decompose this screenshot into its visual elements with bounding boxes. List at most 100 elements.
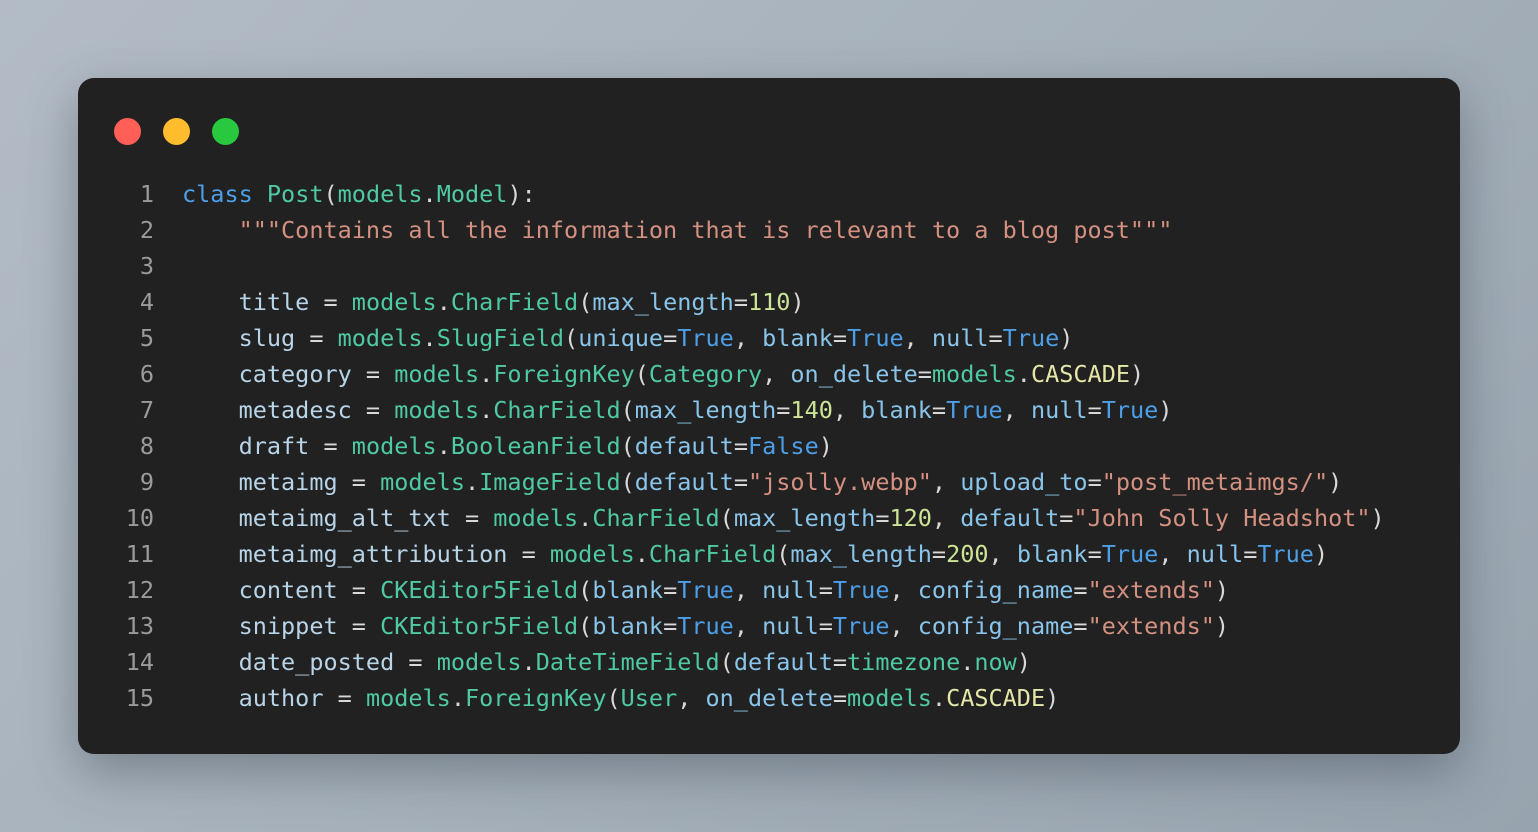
code-token: , [733, 324, 763, 352]
code-line: 11 metaimg_attribution = models.CharFiel… [78, 536, 1460, 572]
code-token: models [847, 684, 932, 712]
code-token: ( [620, 396, 635, 424]
line-content: metaimg = models.ImageField(default="jso… [154, 464, 1343, 500]
code-token: null [762, 576, 819, 604]
code-token: max_length [733, 504, 876, 532]
code-token: blank [762, 324, 833, 352]
code-editor[interactable]: 1 class Post(models.Model): 2 """Contains … [78, 176, 1460, 754]
code-token: max_length [790, 540, 932, 568]
code-token: ) [1045, 684, 1060, 712]
code-token: = [351, 360, 395, 388]
line-number: 8 [139, 432, 154, 460]
code-token: unique [578, 324, 664, 352]
code-token: ) [1016, 648, 1031, 676]
code-token: , [733, 576, 763, 604]
code-token: upload_to [960, 468, 1088, 496]
code-token: ) [1313, 540, 1329, 568]
line-content: slug = models.SlugField(unique=True, bla… [154, 320, 1074, 356]
code-token: = [832, 324, 848, 352]
code-token: = [1087, 540, 1102, 568]
line-number: 4 [139, 288, 154, 316]
code-token: ) [1370, 504, 1385, 532]
code-token: draft [238, 432, 310, 460]
code-token: . [422, 324, 437, 352]
code-token: metaimg [238, 468, 338, 496]
code-line: 6 category = models.ForeignKey(Category,… [78, 356, 1460, 392]
code-token: ImageField [479, 468, 621, 496]
code-token: null [762, 612, 819, 640]
code-token: Model [436, 180, 508, 208]
code-token: ) [790, 288, 805, 316]
line-number: 14 [125, 648, 154, 676]
code-line: 7 metadesc = models.CharField(max_length… [78, 392, 1460, 428]
code-token: , [889, 612, 918, 640]
code-token: models [436, 648, 522, 676]
code-line: 1 class Post(models.Model): [78, 176, 1460, 212]
code-token: = [309, 432, 352, 460]
code-token: max_length [634, 396, 777, 424]
line-number: 3 [139, 252, 154, 280]
code-token: ( [323, 180, 338, 208]
code-token: models [337, 180, 423, 208]
code-token: "extends" [1087, 612, 1215, 640]
code-token: True [1101, 396, 1159, 424]
code-token: = [351, 396, 395, 424]
code-token: CASCADE [946, 684, 1046, 712]
code-token: . [960, 648, 975, 676]
code-token: . [1016, 360, 1031, 388]
maximize-button[interactable] [212, 118, 239, 145]
code-token: ) [1059, 324, 1074, 352]
code-token: models [351, 288, 437, 316]
code-token: null [931, 324, 989, 352]
code-token: = [337, 468, 381, 496]
code-token: slug [238, 324, 296, 352]
line-content: metaimg_alt_txt = models.CharField(max_l… [154, 500, 1385, 536]
code-token: models [365, 684, 451, 712]
minimize-button[interactable] [163, 118, 190, 145]
close-button[interactable] [114, 118, 141, 145]
code-token: CKEditor5Field [380, 612, 579, 640]
code-token: , [988, 540, 1017, 568]
line-number: 10 [125, 504, 154, 532]
code-token: = [450, 504, 494, 532]
line-content: metaimg_attribution = models.CharField(m… [154, 536, 1329, 572]
code-token: config_name [917, 576, 1074, 604]
code-token: . [436, 432, 451, 460]
code-line: 10 metaimg_alt_txt = models.CharField(ma… [78, 500, 1460, 536]
code-token: Category [648, 360, 763, 388]
code-token: . [436, 288, 451, 316]
line-content: draft = models.BooleanField(default=Fals… [154, 428, 833, 464]
code-line: 8 draft = models.BooleanField(default=Fa… [78, 428, 1460, 464]
code-token: True [677, 612, 734, 640]
code-token: ) [1130, 360, 1145, 388]
line-number: 13 [125, 612, 154, 640]
code-token: CharField [592, 504, 720, 532]
code-token: , [931, 468, 961, 496]
line-number: 15 [125, 684, 154, 712]
code-token: = [931, 540, 947, 568]
code-token: "extends" [1087, 576, 1215, 604]
code-token: 140 [790, 396, 833, 424]
code-token: "post_metaimgs/" [1101, 468, 1329, 496]
code-token: 200 [946, 540, 989, 568]
code-token: now [974, 648, 1017, 676]
code-token: = [309, 288, 352, 316]
code-token: User [620, 684, 678, 712]
code-token: models [394, 360, 480, 388]
code-token: Post [266, 180, 324, 208]
code-token: default [960, 504, 1060, 532]
line-number: 6 [139, 360, 154, 388]
code-token: ForeignKey [493, 360, 635, 388]
code-token: 120 [889, 504, 932, 532]
code-token: blank [592, 612, 664, 640]
code-token: = [507, 540, 550, 568]
code-token: . [931, 684, 947, 712]
code-token: null [1030, 396, 1088, 424]
code-line: 12 content = CKEditor5Field(blank=True, … [78, 572, 1460, 608]
code-token: , [832, 396, 862, 424]
